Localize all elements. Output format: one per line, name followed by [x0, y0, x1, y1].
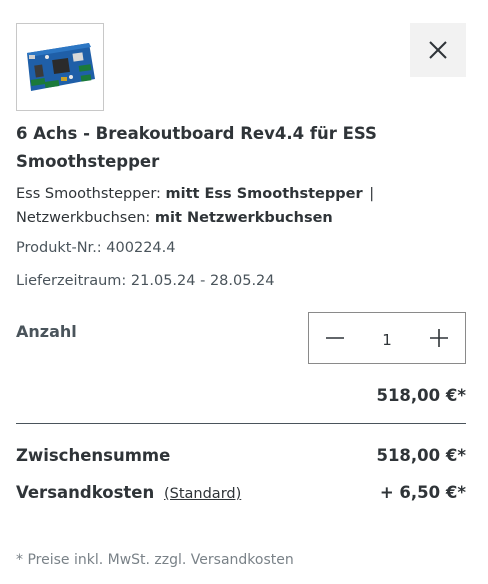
sku-value: 400224.4	[106, 240, 176, 256]
subtotal-value: 518,00 €*	[376, 446, 466, 465]
product-options: Ess Smoothstepper: mitt Ess Smoothsteppe…	[16, 182, 456, 230]
decrement-button[interactable]	[309, 313, 361, 363]
shipping-value: + 6,50 €*	[379, 483, 466, 502]
product-thumbnail[interactable]	[16, 23, 104, 111]
shipping-label: Versandkosten	[16, 483, 155, 502]
shipping-row: Versandkosten (Standard)	[16, 483, 241, 502]
option-label: Ess Smoothstepper:	[16, 186, 161, 202]
minus-icon	[326, 337, 344, 339]
price-footnote: * Preise inkl. MwSt. zzgl. Versandkosten	[16, 552, 294, 568]
product-number: Produkt-Nr.: 400224.4	[16, 240, 175, 256]
increment-button[interactable]	[413, 313, 465, 363]
delivery-label: Lieferzeitraum:	[16, 273, 127, 289]
option-label: Netzwerkbuchsen:	[16, 210, 151, 226]
quantity-input[interactable]	[361, 327, 413, 349]
product-title[interactable]: 6 Achs - Breakoutboard Rev4.4 für ESS Sm…	[16, 120, 456, 176]
delivery-value: 21.05.24 - 28.05.24	[130, 273, 275, 289]
subtotal-label: Zwischensumme	[16, 446, 171, 465]
option-value: mit Netzwerkbuchsen	[154, 210, 333, 226]
delivery-time: Lieferzeitraum: 21.05.24 - 28.05.24	[16, 273, 275, 289]
divider	[16, 423, 466, 424]
sku-label: Produkt-Nr.:	[16, 240, 102, 256]
circuit-board-image	[27, 43, 95, 91]
option-netzwerkbuchsen: Netzwerkbuchsen: mit Netzwerkbuchsen	[16, 206, 456, 230]
close-button[interactable]	[410, 23, 466, 77]
shipping-method-link[interactable]: (Standard)	[164, 486, 241, 502]
option-separator: |	[369, 186, 375, 202]
line-item-price: 518,00 €*	[376, 386, 466, 405]
close-icon	[429, 41, 447, 59]
quantity-label: Anzahl	[16, 322, 77, 341]
plus-icon	[430, 329, 448, 347]
quantity-stepper	[308, 312, 466, 364]
option-value: mitt Ess Smoothstepper	[165, 186, 363, 202]
option-smoothstepper: Ess Smoothstepper: mitt Ess Smoothsteppe…	[16, 182, 456, 206]
